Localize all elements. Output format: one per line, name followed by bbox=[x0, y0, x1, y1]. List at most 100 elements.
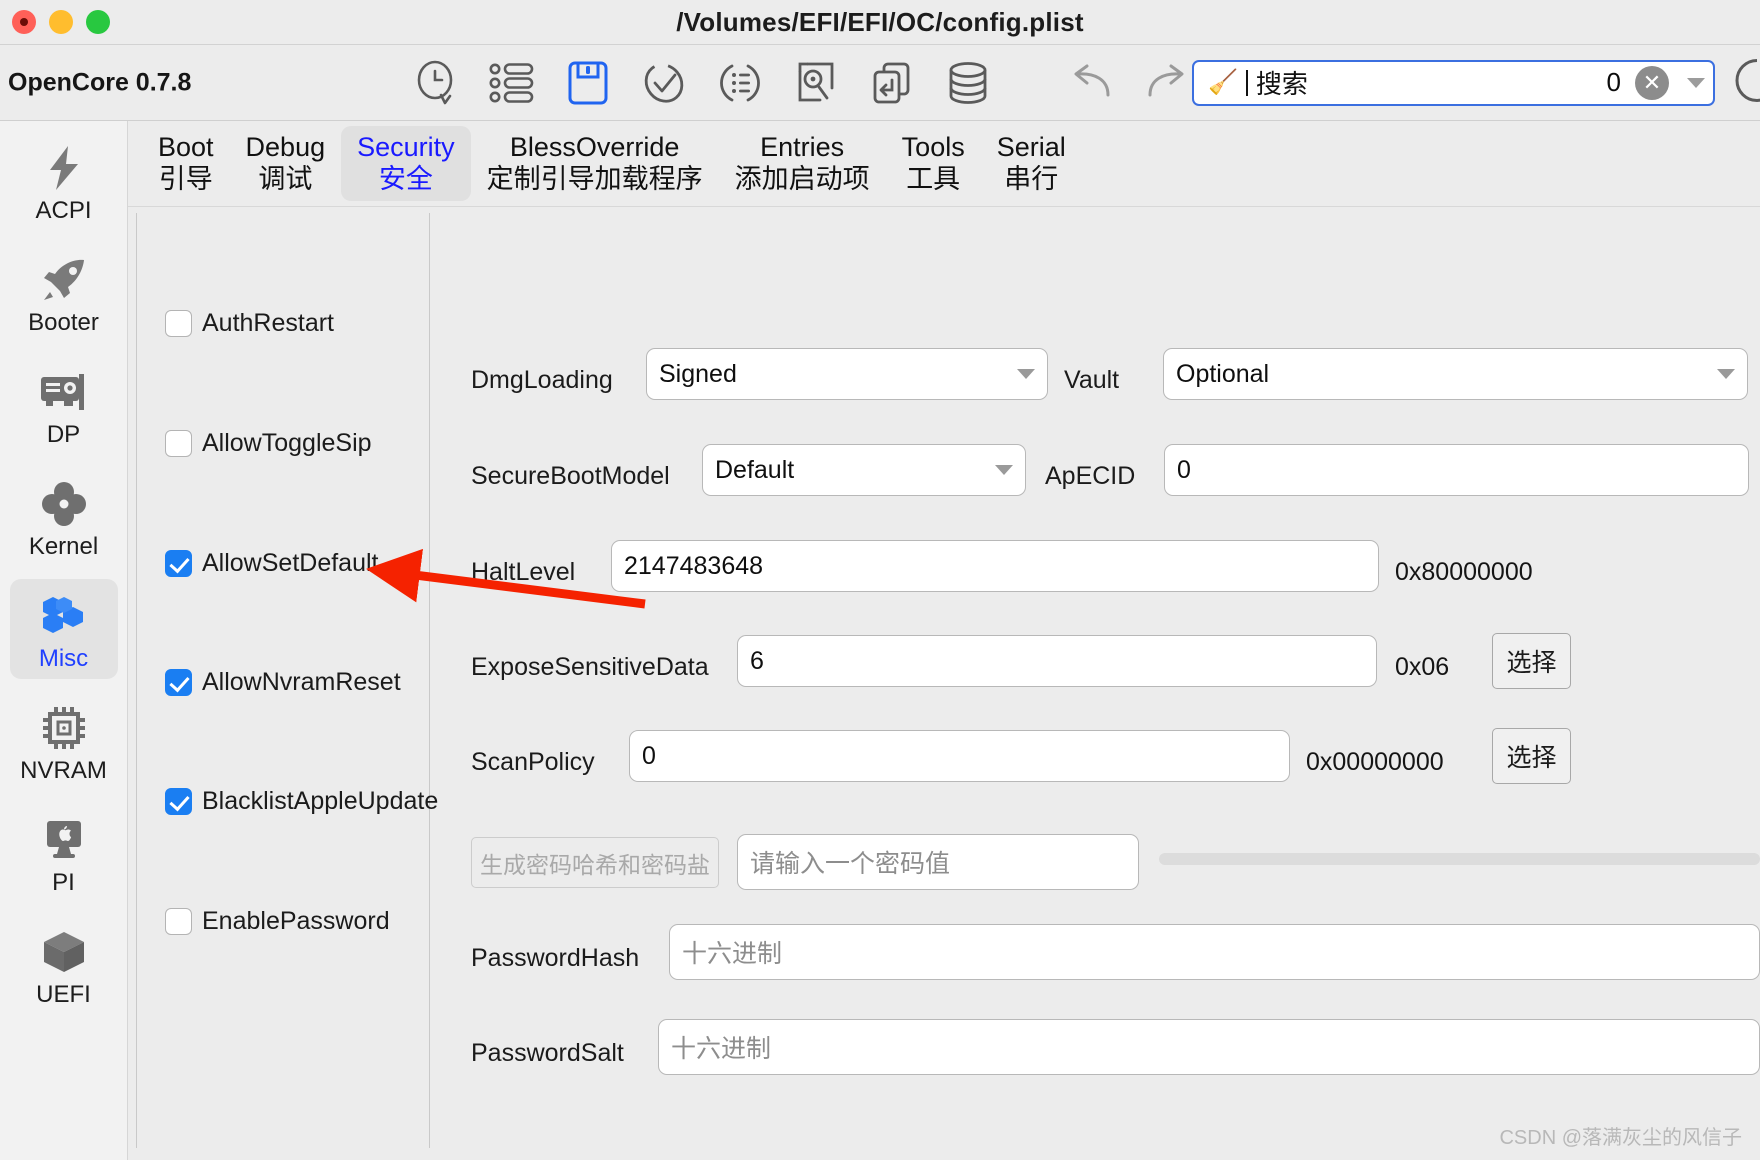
history-search-icon[interactable] bbox=[410, 57, 462, 109]
checkbox-row-authrestart[interactable]: AuthRestart bbox=[165, 309, 334, 338]
search-placeholder-text: 搜索 bbox=[1255, 69, 1308, 99]
vault-select[interactable]: Optional bbox=[1163, 348, 1748, 400]
checkbox-allowsetdefault[interactable] bbox=[165, 550, 192, 577]
validate-check-icon[interactable] bbox=[638, 57, 690, 109]
passwordhash-input[interactable]: 十六进制 bbox=[669, 924, 1760, 980]
tab-serial[interactable]: Serial 串行 bbox=[981, 126, 1082, 202]
checkbox-label: AllowSetDefault bbox=[202, 549, 379, 577]
text-caret bbox=[1245, 69, 1248, 96]
tab-label-en: Debug bbox=[245, 131, 326, 162]
password-placeholder-text: 请输入一个密码值 bbox=[750, 850, 951, 878]
tab-security[interactable]: Security 安全 bbox=[341, 125, 471, 202]
sidebar-item-label: UEFI bbox=[36, 981, 91, 1008]
chevron-down-icon bbox=[995, 465, 1013, 475]
search-field[interactable]: 🧹 搜索 0 ✕ bbox=[1192, 59, 1715, 106]
sidebar-item-label: Misc bbox=[38, 645, 89, 672]
passwordsalt-placeholder-text: 十六进制 bbox=[671, 1035, 772, 1063]
hexagons-icon bbox=[10, 589, 118, 643]
snapshot-icon[interactable] bbox=[790, 57, 842, 109]
tab-debug[interactable]: Debug 调试 bbox=[230, 126, 342, 202]
generate-password-hash-button[interactable]: 生成密码哈希和密码盐 bbox=[471, 837, 719, 888]
checkbox-allowtogglesip[interactable] bbox=[165, 430, 192, 457]
toolbar-icon-group bbox=[410, 57, 994, 109]
sidebar-item-dp[interactable]: DP bbox=[10, 355, 118, 455]
import-icon[interactable] bbox=[866, 57, 918, 109]
checkbox-row-allowsetdefault[interactable]: AllowSetDefault bbox=[165, 549, 378, 578]
sidebar-item-pi[interactable]: PI bbox=[10, 803, 118, 903]
tab-label-cn: 工具 bbox=[906, 163, 961, 194]
checkbox-allownvramreset[interactable] bbox=[165, 669, 192, 696]
checkbox-row-enablepassword[interactable]: EnablePassword bbox=[165, 907, 390, 936]
tab-label-en: BlessOverride bbox=[509, 131, 680, 162]
undo-icon[interactable] bbox=[1065, 57, 1117, 109]
dmgloading-select[interactable]: Signed bbox=[646, 348, 1048, 400]
rocket-icon bbox=[10, 253, 118, 307]
refresh-icon[interactable] bbox=[1730, 53, 1760, 112]
haltlevel-value: 2147483648 bbox=[624, 551, 764, 580]
tab-label-en: Tools bbox=[901, 131, 965, 162]
checkbox-label: EnablePassword bbox=[202, 907, 390, 935]
apecid-input[interactable]: 0 bbox=[1164, 444, 1749, 496]
sidebar-item-nvram[interactable]: NVRAM bbox=[10, 691, 118, 791]
sidebar-item-misc[interactable]: Misc bbox=[9, 579, 118, 679]
apecid-label: ApECID bbox=[1045, 462, 1136, 490]
tab-entries[interactable]: Entries 添加启动项 bbox=[719, 126, 886, 202]
lightning-bolt-icon bbox=[10, 141, 118, 195]
checkbox-label: AllowToggleSip bbox=[202, 429, 372, 457]
passwordsalt-input[interactable]: 十六进制 bbox=[658, 1019, 1760, 1075]
passwordhash-placeholder-text: 十六进制 bbox=[682, 940, 783, 968]
checkbox-row-blacklistappleupdate[interactable]: BlacklistAppleUpdate bbox=[165, 787, 438, 816]
redo-icon[interactable] bbox=[1141, 57, 1193, 109]
left-sidebar: ACPI Booter DP Kernel Misc NVRAM PI UEFI bbox=[0, 121, 128, 1160]
sidebar-item-booter[interactable]: Booter bbox=[10, 243, 118, 343]
checkbox-authrestart[interactable] bbox=[165, 310, 192, 337]
broom-icon: 🧹 bbox=[1208, 68, 1238, 96]
checkbox-row-allownvramreset[interactable]: AllowNvramReset bbox=[165, 668, 401, 697]
app-version-label: OpenCore 0.7.8 bbox=[8, 68, 192, 96]
sidebar-item-acpi[interactable]: ACPI bbox=[10, 131, 118, 231]
securebootmodel-label: SecureBootModel bbox=[471, 462, 670, 490]
sidebar-item-label: DP bbox=[46, 421, 81, 448]
exposesensitivedata-input[interactable]: 6 bbox=[737, 635, 1377, 687]
password-input[interactable]: 请输入一个密码值 bbox=[737, 834, 1139, 890]
reorder-list-icon[interactable] bbox=[714, 57, 766, 109]
security-settings-form: DmgLoading Signed Vault Optional SecureB… bbox=[447, 213, 1760, 1148]
securebootmodel-select[interactable]: Default bbox=[702, 444, 1026, 496]
sidebar-item-kernel[interactable]: Kernel bbox=[10, 467, 118, 567]
exposesensitivedata-hex: 0x06 bbox=[1395, 653, 1450, 681]
tab-label-en: Serial bbox=[996, 131, 1066, 162]
close-icon[interactable]: ✕ bbox=[1635, 65, 1669, 100]
sidebar-item-uefi[interactable]: UEFI bbox=[10, 915, 118, 1015]
tab-tools[interactable]: Tools 工具 bbox=[886, 126, 981, 202]
scanpolicy-select-button[interactable]: 选择 bbox=[1492, 728, 1571, 784]
imac-apple-icon bbox=[10, 813, 118, 867]
database-icon[interactable] bbox=[942, 57, 994, 109]
tab-bar: Boot 引导 Debug 调试 Security 安全 BlessOverri… bbox=[128, 121, 1760, 207]
checkbox-row-allowtogglesip[interactable]: AllowToggleSip bbox=[165, 429, 372, 458]
sidebar-item-label: Booter bbox=[28, 309, 99, 336]
chevron-down-icon[interactable] bbox=[1687, 77, 1705, 88]
haltlevel-input[interactable]: 2147483648 bbox=[611, 540, 1379, 592]
apecid-value: 0 bbox=[1177, 455, 1191, 484]
sidebar-item-label: PI bbox=[52, 869, 75, 896]
scanpolicy-hex: 0x00000000 bbox=[1306, 748, 1444, 776]
clover-icon bbox=[10, 477, 118, 531]
checkbox-enablepassword[interactable] bbox=[165, 908, 192, 935]
list-view-icon[interactable] bbox=[486, 57, 538, 109]
dmgloading-label: DmgLoading bbox=[471, 366, 613, 394]
checkbox-label: AllowNvramReset bbox=[202, 668, 401, 696]
tab-label-cn: 调试 bbox=[258, 163, 313, 194]
chevron-down-icon bbox=[1717, 369, 1735, 379]
tab-blessoverride[interactable]: BlessOverride 定制引导加载程序 bbox=[471, 126, 719, 202]
scanpolicy-value: 0 bbox=[642, 741, 656, 770]
save-icon[interactable] bbox=[562, 57, 614, 109]
sidebar-item-label: NVRAM bbox=[20, 757, 107, 784]
tab-boot[interactable]: Boot 引导 bbox=[142, 126, 230, 202]
scanpolicy-input[interactable]: 0 bbox=[629, 730, 1290, 782]
checkbox-label: BlacklistAppleUpdate bbox=[202, 787, 439, 815]
tab-label-cn: 串行 bbox=[1004, 163, 1059, 194]
checkbox-blacklistappleupdate[interactable] bbox=[165, 788, 192, 815]
main-body: ACPI Booter DP Kernel Misc NVRAM PI UEFI… bbox=[0, 121, 1760, 1160]
window-title: /Volumes/EFI/EFI/OC/config.plist bbox=[676, 6, 1084, 37]
exposesensitivedata-select-button[interactable]: 选择 bbox=[1492, 633, 1571, 689]
